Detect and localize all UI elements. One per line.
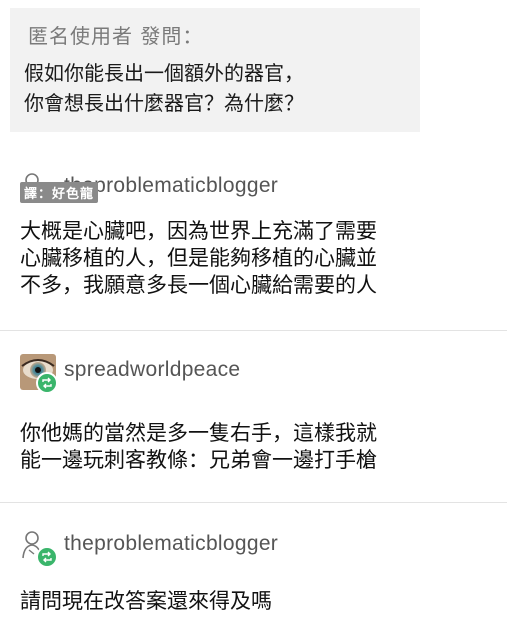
username[interactable]: theproblematicblogger <box>64 532 278 556</box>
question-text: 假如你能長出一個額外的器官， 你會想長出什麼器官？為什麼？ <box>24 61 304 115</box>
post-text: 你他媽的當然是多一隻右手，這樣我就 能一邊玩刺客教條：兄弟會一邊打手槍 <box>20 421 377 472</box>
asker-label: 匿名使用者 發問： <box>28 24 204 48</box>
ask-box: 匿名使用者 發問： 假如你能長出一個額外的器官， 你會想長出什麼器官？為什麼？ <box>10 8 420 132</box>
username[interactable]: spreadworldpeace <box>64 358 240 382</box>
translator-tag: 譯：好色龍 <box>20 182 99 203</box>
reblog-icon <box>36 372 58 394</box>
post-text: 請問現在改答案還來得及嗎 <box>20 589 272 613</box>
post-text: 大概是心臟吧，因為世界上充滿了需要 心臟移植的人，但是能夠移植的心臟並 不多，我… <box>20 219 377 297</box>
divider <box>0 330 507 331</box>
post-header: spreadworldpeace <box>20 354 500 394</box>
divider <box>0 502 507 503</box>
post-header: theproblematicblogger <box>20 528 500 568</box>
reblog-icon <box>36 546 58 568</box>
